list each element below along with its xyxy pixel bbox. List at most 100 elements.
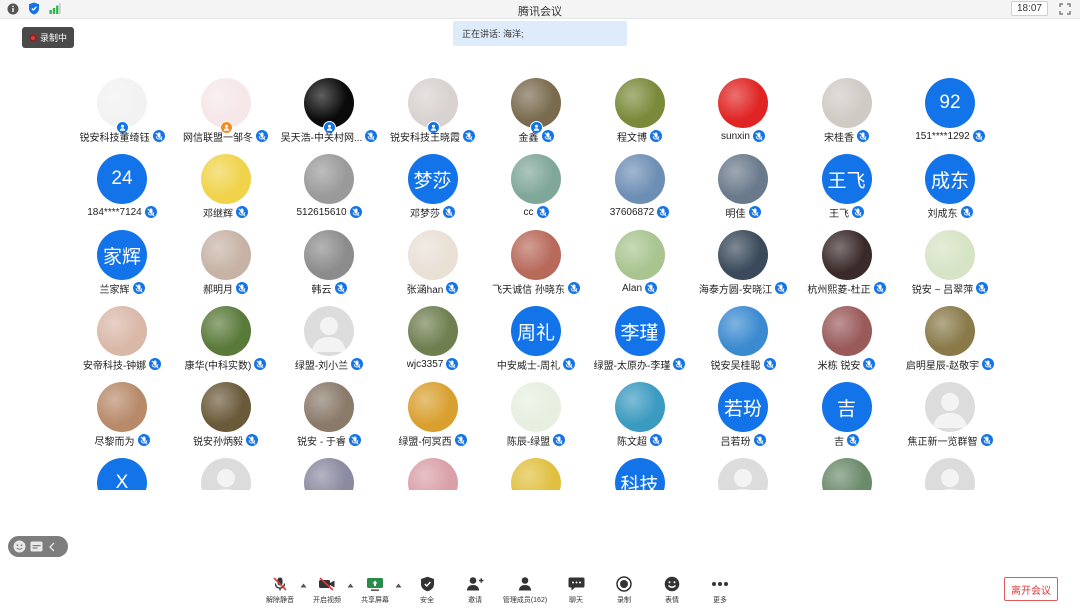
participant-tile[interactable]	[898, 450, 1002, 490]
participant-tile[interactable]: 启明星辰-赵敬宇	[898, 298, 1002, 374]
view-toggle-pill[interactable]	[8, 536, 68, 557]
participant-tile[interactable]: wjc3357	[381, 298, 485, 374]
participant-tile[interactable]: 吴天浩-中关村网...	[277, 70, 381, 146]
participant-tile[interactable]: 程文博	[588, 70, 692, 146]
emoji-icon[interactable]	[13, 540, 26, 553]
participant-tile[interactable]: 锐安 - 于睿	[277, 374, 381, 450]
mute-options-caret-icon[interactable]	[300, 582, 307, 589]
participant-tile[interactable]: 陈文超	[588, 374, 692, 450]
participant-tile[interactable]	[691, 450, 795, 490]
participant-name-row: 锐安科技董绮钰	[66, 129, 178, 144]
participant-tile[interactable]: 若玢 吕若玢	[691, 374, 795, 450]
default-user-icon	[312, 317, 346, 352]
participant-tile[interactable]: 康华(中科实数)	[174, 298, 278, 374]
participant-tile[interactable]: 杭州熙菱-杜正	[795, 222, 899, 298]
participant-tile[interactable]: 锐安吴桂聪	[691, 298, 795, 374]
participant-tile[interactable]: 92 151****1292	[898, 70, 1002, 146]
collapse-arrow-icon[interactable]	[47, 541, 57, 553]
video-button[interactable]: 开启视频	[307, 575, 347, 607]
participant-tile[interactable]	[174, 450, 278, 490]
participant-tile[interactable]: 飞天诚信 孙晓东	[484, 222, 588, 298]
participant-tile[interactable]: 陈辰-绿盟	[484, 374, 588, 450]
avatar-initials: 周礼	[516, 322, 555, 344]
participant-tile[interactable]: 明佳	[691, 146, 795, 222]
participant-tile[interactable]: 王飞 王飞	[795, 146, 899, 222]
participant-name-row: 明佳	[687, 205, 799, 220]
participant-name-row: 吉	[791, 433, 903, 448]
participant-tile[interactable]: 512615610	[277, 146, 381, 222]
leave-meeting-button[interactable]: 离开会议	[1004, 577, 1058, 601]
mic-status-icon	[650, 434, 662, 446]
window-title: 腾讯会议	[518, 6, 562, 18]
participant-name: 郝明月	[203, 284, 233, 296]
participant-tile[interactable]: 24 184****7124	[70, 146, 174, 222]
share-screen-button[interactable]: 共享屏幕	[355, 575, 395, 607]
title-bar: 腾讯会议 18:07	[0, 0, 1080, 19]
participant-tile[interactable]: 锐安孙炳毅	[174, 374, 278, 450]
participant-tile[interactable]: 吉吉	[795, 374, 899, 450]
participant-tile[interactable]: cc	[484, 146, 588, 222]
video-options-caret-icon[interactable]	[347, 582, 354, 589]
participant-avatar	[407, 382, 458, 432]
participant-name-row: 米栋 锐安	[791, 357, 903, 372]
add-user-icon	[466, 575, 484, 593]
mic-status-icon	[976, 282, 989, 294]
participant-tile[interactable]: 海泰方圆-安晓江	[691, 222, 795, 298]
avatar-initials: 92	[939, 92, 961, 113]
participant-tile[interactable]: 绿盟-刘小兰	[277, 298, 381, 374]
record-button[interactable]: 录制	[604, 575, 644, 607]
participant-tile[interactable]	[795, 450, 899, 490]
participant-avatar	[511, 382, 561, 432]
participant-tile[interactable]: 焦正新一览群智	[898, 374, 1002, 450]
participant-avatar: X	[97, 458, 147, 490]
participant-name-row: cc	[480, 205, 592, 219]
invite-label: 邀请	[468, 597, 482, 604]
participant-name-row: 锐安科技王晓霞	[377, 129, 489, 144]
caption-icon[interactable]	[30, 541, 43, 552]
mute-button[interactable]: 解除静音	[260, 575, 300, 607]
participant-tile[interactable]	[484, 450, 588, 490]
participant-tile[interactable]: 米栋 锐安	[795, 298, 899, 374]
participant-tile[interactable]: X	[70, 450, 174, 490]
participant-tile[interactable]: 网信联盟一邹冬	[174, 70, 278, 146]
participant-tile[interactable]: sunxin	[691, 70, 795, 146]
participant-tile[interactable]: 金鑫	[484, 70, 588, 146]
participant-tile[interactable]	[381, 450, 485, 490]
participant-tile[interactable]: 37606872	[588, 146, 692, 222]
participant-tile[interactable]: 李瑾 绿盟-太原办-李瑾	[588, 298, 692, 374]
security-button[interactable]: 安全	[407, 575, 447, 607]
members-icon	[516, 575, 534, 593]
manage-members-button[interactable]: 管理成员(162)	[502, 575, 548, 607]
participant-tile[interactable]: 成东 刘成东	[898, 146, 1002, 222]
participant-tile[interactable]: 锐安科技董绮钰	[70, 70, 174, 146]
participant-tile[interactable]: 绿盟-何冥西	[381, 374, 485, 450]
participant-tile[interactable]: 家辉 兰家辉	[70, 222, 174, 298]
invite-button[interactable]: 邀请	[455, 575, 495, 607]
members-label: 管理成员(162)	[502, 597, 548, 604]
share-options-caret-icon[interactable]	[395, 582, 402, 589]
participant-tile[interactable]: 科技	[588, 450, 692, 490]
fullscreen-icon[interactable]	[1058, 2, 1072, 16]
participant-tile[interactable]: 宋桂香	[795, 70, 899, 146]
chat-button[interactable]: 聊天	[556, 575, 596, 607]
participant-tile[interactable]: 张涵han	[381, 222, 485, 298]
participant-tile[interactable]: 安帝科技-钟娜	[70, 298, 174, 374]
participant-tile[interactable]: 锐安科技王晓霞	[381, 70, 485, 146]
mic-status-icon	[980, 434, 993, 446]
participant-avatar: 科技	[614, 458, 665, 490]
reaction-button[interactable]: 表情	[652, 575, 692, 607]
participant-tile[interactable]: 尽黎而为	[70, 374, 174, 450]
participant-grid: 锐安科技董绮钰 网信联盟一邹冬 吴天浩-中关村网... 锐安科技王晓霞 金鑫 程文博 sun…	[0, 70, 1080, 490]
participant-tile[interactable]: Alan	[588, 222, 692, 298]
participant-tile[interactable]: 郝明月	[174, 222, 278, 298]
participant-tile[interactable]: 梦莎 邓梦莎	[381, 146, 485, 222]
participant-name: 绿盟-刘小兰	[294, 360, 349, 372]
participant-name: 宋桂香	[824, 132, 854, 144]
recording-indicator[interactable]: 录制中	[22, 27, 74, 48]
participant-tile[interactable]: 韩云	[277, 222, 381, 298]
participant-tile[interactable]: 周礼 中安威士-周礼	[484, 298, 588, 374]
more-button[interactable]: 更多	[700, 575, 740, 607]
participant-tile[interactable]: 锐安 ~ 吕翠萍	[898, 222, 1002, 298]
participant-tile[interactable]	[277, 450, 381, 490]
participant-tile[interactable]: 邓继辉	[174, 146, 278, 222]
